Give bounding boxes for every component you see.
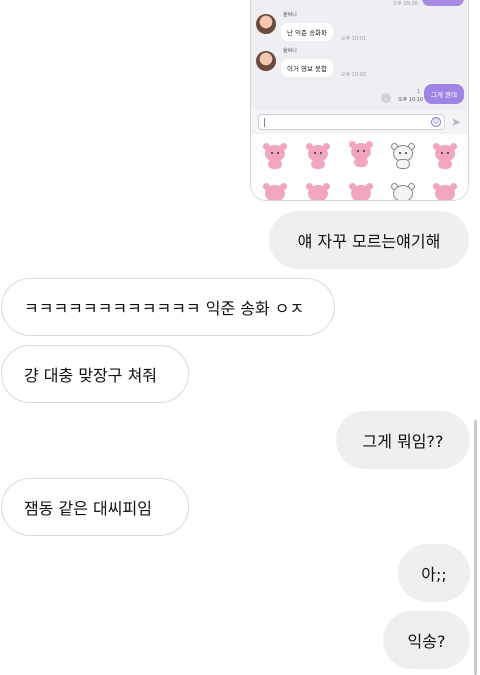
scrollbar[interactable] bbox=[474, 420, 477, 675]
message-bubble-outgoing: 얘 자꾸 모르는얘기해 bbox=[269, 211, 469, 269]
message-bubble-outgoing: 그게 뭐임?? bbox=[336, 411, 470, 469]
send-icon: ➤ bbox=[451, 115, 462, 129]
sticker-bear bbox=[347, 182, 375, 200]
sticker-bear bbox=[431, 182, 459, 200]
message-bubble-outgoing: 아;; bbox=[398, 544, 470, 602]
avatar bbox=[256, 51, 276, 71]
emoji-icon: ☺ bbox=[431, 117, 441, 127]
embedded-sender-name: 율써니 bbox=[283, 12, 297, 18]
embedded-my-message-time: 오후 10:10 bbox=[398, 97, 424, 103]
sticker-bear bbox=[261, 182, 289, 200]
embedded-cut-bubble bbox=[422, 0, 464, 6]
embedded-chat-screenshot: 오후 09:36 율써니 난 익준 송화파 오후 10:01 율써니 이거 영보… bbox=[250, 0, 469, 201]
sticker-bear bbox=[347, 140, 375, 168]
embedded-my-message-bubble: 그게 뭔데 bbox=[424, 84, 464, 104]
embedded-message-time: 오후 10:01 bbox=[341, 36, 367, 42]
embedded-chat-area: 오후 09:36 율써니 난 익준 송화파 오후 10:01 율써니 이거 영보… bbox=[251, 0, 468, 110]
embedded-message-bubble: 난 익준 송화파 bbox=[281, 23, 334, 41]
sticker-panel bbox=[251, 134, 468, 200]
scroll-down-icon: ⌄ bbox=[381, 93, 391, 103]
sticker-bear bbox=[431, 142, 459, 170]
text-cursor bbox=[264, 118, 265, 127]
message-bubble-incoming: 걍 대충 맞장구 쳐줘 bbox=[1, 345, 189, 403]
embedded-sender-name: 율써니 bbox=[283, 48, 297, 54]
embedded-message-bubble: 이거 영보 못함 bbox=[281, 59, 334, 77]
sticker-bear bbox=[304, 142, 332, 170]
message-bubble-incoming: ㅋㅋㅋㅋㅋㅋㅋㅋㅋㅋㅋㅋ 익준 송화 ㅇㅈ bbox=[1, 278, 335, 336]
embedded-message-input: ☺ bbox=[258, 114, 445, 130]
sticker-bear bbox=[389, 142, 417, 170]
message-bubble-incoming: 잼동 같은 대씨피임 bbox=[1, 478, 189, 536]
message-bubble-outgoing: 익송? bbox=[383, 611, 470, 669]
sticker-bear bbox=[389, 182, 417, 200]
avatar bbox=[256, 14, 276, 34]
embedded-cut-time: 오후 09:36 bbox=[392, 1, 418, 7]
sticker-bear bbox=[304, 182, 332, 200]
embedded-message-time: 오후 10:02 bbox=[341, 72, 367, 78]
sticker-bear bbox=[261, 142, 289, 170]
read-count: 1 bbox=[417, 89, 421, 95]
